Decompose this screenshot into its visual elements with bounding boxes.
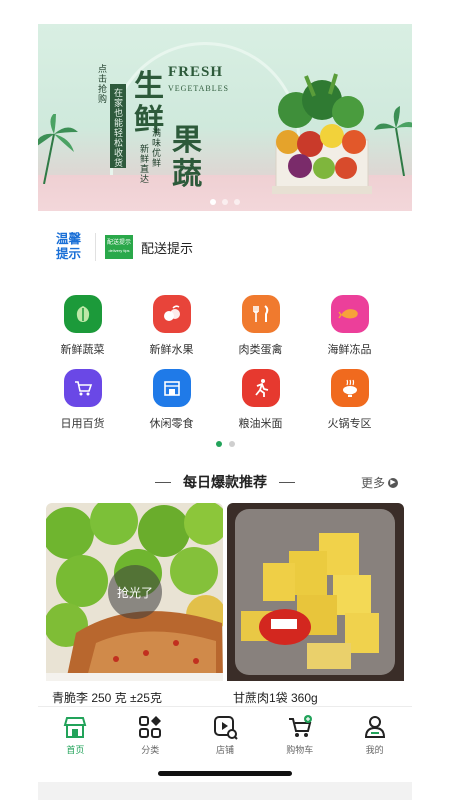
title-dash [279, 481, 295, 483]
banner-fresh-text: FRESH [168, 64, 224, 80]
banner-cta-text[interactable]: 点击抢购 [96, 64, 109, 104]
home-indicator[interactable] [158, 771, 292, 776]
notice-divider [95, 233, 96, 261]
logo-subtext: delivery tips [108, 248, 130, 253]
product-list: 抢光了 青脆李 250 克 ±25克 甘蔗肉1袋 360g [38, 503, 412, 706]
tab-label: 我的 [365, 745, 384, 755]
chevron-right-icon: ▶ [388, 477, 398, 488]
tab-label: 店铺 [215, 745, 234, 755]
notice-tip-label: 温馨提示 [56, 232, 82, 261]
product-image-plums[interactable]: 抢光了 [46, 503, 223, 681]
category-label: 火锅专区 [327, 418, 372, 430]
headline-char: 果 [172, 124, 202, 157]
notice-bar[interactable]: 温馨提示 配送提示 delivery tips 配送提示 [38, 211, 412, 283]
category-meat[interactable]: 肉类蛋禽 [216, 295, 305, 357]
delivery-tips-logo: 配送提示 delivery tips [105, 235, 133, 259]
palm-leaf-left-icon [38, 114, 78, 184]
tab-label: 首页 [66, 745, 85, 755]
cutlery-icon [241, 295, 280, 333]
banner-vegetables-text: VEGETABLES [168, 84, 229, 93]
promo-banner[interactable]: 点击抢购 在家也能轻松收货 生 鲜 FRESH VEGETABLES 新鲜直达 … [38, 24, 412, 211]
app-screen: 点击抢购 在家也能轻松收货 生 鲜 FRESH VEGETABLES 新鲜直达 … [38, 0, 412, 800]
category-label: 肉类蛋禽 [238, 344, 283, 356]
category-label: 粮油米面 [238, 418, 283, 430]
logo-text: 配送提示 [106, 240, 131, 246]
cart-icon [63, 369, 102, 407]
product-name[interactable]: 青脆李 250 克 ±25克 [46, 681, 223, 706]
runner-icon [241, 369, 280, 407]
product-image-sugarcane[interactable] [227, 503, 404, 681]
banner-tag-2: 满味优鲜 [151, 128, 161, 168]
category-daily-goods[interactable]: 日用百货 [38, 369, 127, 431]
banner-dot[interactable] [234, 199, 240, 205]
product-card[interactable]: 甘蔗肉1袋 360g [227, 503, 404, 706]
banner-dot[interactable] [210, 199, 216, 205]
section-header: 每日爆款推荐 更多 ▶ [38, 467, 412, 497]
fruit-icon [152, 295, 191, 333]
notice-title[interactable]: 配送提示 [141, 238, 193, 257]
status-bar-area [38, 0, 412, 24]
category-icon [136, 713, 164, 741]
pager-dot[interactable] [228, 441, 235, 447]
headline-char: 蔬 [172, 158, 202, 191]
product-name[interactable]: 甘蔗肉1袋 360g [227, 681, 404, 706]
tab-label: 分类 [141, 745, 160, 755]
vegetable-basket-image [272, 73, 372, 194]
category-hotpot[interactable]: 火锅专区 [305, 369, 394, 431]
store-play-icon [211, 713, 239, 741]
category-fruits[interactable]: 新鲜水果 [127, 295, 216, 357]
banner-dot[interactable] [222, 199, 228, 205]
title-dash [155, 481, 171, 483]
pager-dot[interactable] [215, 441, 222, 447]
more-link[interactable]: 更多 ▶ [361, 474, 398, 491]
product-card[interactable]: 抢光了 青脆李 250 克 ±25克 [46, 503, 223, 706]
tab-home[interactable]: 首页 [38, 707, 113, 782]
tab-label: 购物车 [286, 745, 314, 755]
banner-dots [38, 199, 412, 205]
section-title: 每日爆款推荐 [183, 474, 267, 490]
category-label: 新鲜水果 [149, 344, 194, 356]
category-grid: 新鲜蔬菜 新鲜水果 肉类蛋禽 海鲜冻品 日用百货 休闲零食 粮油米面 火锅专区 [38, 283, 412, 431]
category-label: 日用百货 [60, 418, 105, 430]
cart-icon [286, 713, 314, 741]
banner-headline-2: 果 蔬 [172, 124, 202, 192]
hotpot-icon [330, 369, 369, 407]
tab-profile[interactable]: 我的 [337, 707, 412, 782]
category-label: 新鲜蔬菜 [60, 344, 105, 356]
shrimp-icon [330, 295, 369, 333]
category-vegetables[interactable]: 新鲜蔬菜 [38, 295, 127, 357]
category-label: 休闲零食 [149, 418, 194, 430]
sold-out-badge: 抢光了 [108, 565, 162, 619]
headline-char: 生 [134, 70, 164, 103]
home-icon [61, 713, 89, 741]
vegetable-icon [63, 295, 102, 333]
category-seafood[interactable]: 海鲜冻品 [305, 295, 394, 357]
store-icon [152, 369, 191, 407]
palm-leaf-right-icon [374, 106, 412, 176]
more-label: 更多 [360, 476, 385, 490]
category-label: 海鲜冻品 [327, 344, 372, 356]
category-pager [38, 441, 412, 447]
category-snacks[interactable]: 休闲零食 [127, 369, 216, 431]
banner-panel-text: 在家也能轻松收货 [113, 88, 123, 168]
category-grain-oil[interactable]: 粮油米面 [216, 369, 305, 431]
bottom-safe-area [38, 782, 412, 800]
user-icon [361, 713, 389, 741]
